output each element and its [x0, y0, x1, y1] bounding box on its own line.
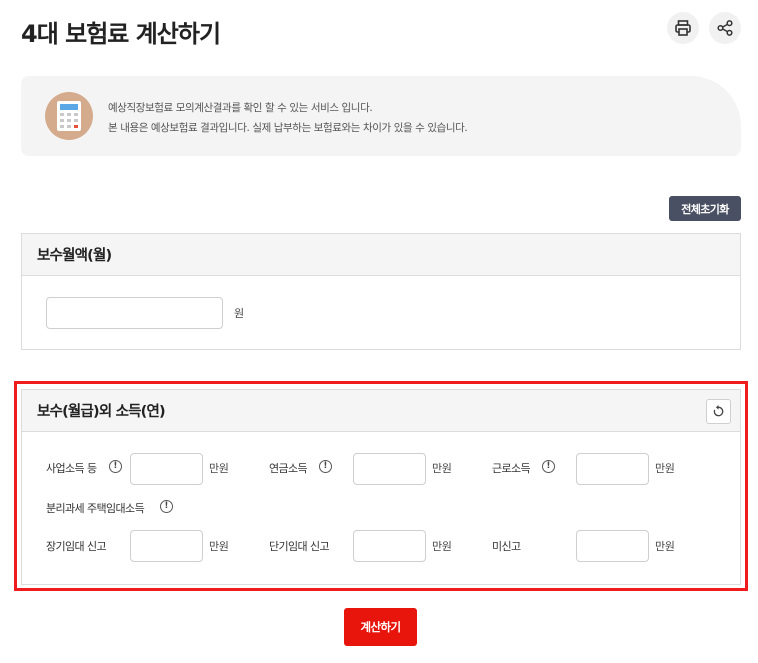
other-income-panel-title: 보수(월급)외 소득(연): [37, 404, 166, 420]
short-term-rental-unit: 만원: [432, 540, 452, 553]
print-button[interactable]: [667, 12, 699, 44]
monthly-salary-input[interactable]: [46, 297, 223, 329]
pension-income-unit: 만원: [432, 462, 452, 475]
unreported-rental-label: 미신고: [492, 540, 521, 553]
page-title: 4대 보험료 계산하기: [21, 20, 221, 48]
long-term-rental-unit: 만원: [209, 540, 229, 553]
other-income-panel: 보수(월급)외 소득(연) 사업소득 등 ! 만원 연금소득 ! 만원 근로소득…: [21, 389, 741, 585]
rental-income-label: 분리과세 주택임대소득: [46, 502, 145, 515]
long-term-rental-label: 장기임대 신고: [46, 540, 107, 553]
unreported-rental-unit: 만원: [655, 540, 675, 553]
other-income-panel-header: 보수(월급)외 소득(연): [22, 390, 740, 432]
calculator-icon: [57, 101, 81, 131]
notice-line-2: 본 내용은 예상보험료 결과입니다. 실제 납부하는 보험료와는 차이가 있을 …: [108, 122, 468, 134]
notice-line-1: 예상직장보험료 모의계산결과를 확인 할 수 있는 서비스 입니다.: [108, 102, 373, 114]
earned-income-label: 근로소득: [492, 462, 531, 475]
rental-income-info-icon[interactable]: !: [160, 500, 173, 513]
salary-unit: 원: [234, 307, 244, 320]
share-button[interactable]: [709, 12, 741, 44]
notice-box: 예상직장보험료 모의계산결과를 확인 할 수 있는 서비스 입니다. 본 내용은…: [21, 76, 741, 156]
share-icon: [717, 20, 733, 36]
calculate-button[interactable]: 계산하기: [344, 608, 417, 646]
salary-panel-title: 보수월액(월): [22, 234, 740, 276]
pension-income-input[interactable]: [353, 453, 426, 485]
business-income-info-icon[interactable]: !: [109, 460, 122, 473]
calculator-avatar: [45, 92, 93, 140]
business-income-unit: 만원: [209, 462, 229, 475]
reset-all-button[interactable]: 전체초기화: [669, 196, 741, 221]
pension-income-info-icon[interactable]: !: [319, 460, 332, 473]
business-income-label: 사업소득 등: [46, 462, 97, 475]
long-term-rental-input[interactable]: [130, 530, 203, 562]
earned-income-input[interactable]: [576, 453, 649, 485]
earned-income-unit: 만원: [655, 462, 675, 475]
printer-icon: [675, 20, 691, 36]
short-term-rental-input[interactable]: [353, 530, 426, 562]
short-term-rental-label: 단기임대 신고: [269, 540, 330, 553]
unreported-rental-input[interactable]: [576, 530, 649, 562]
salary-panel: 보수월액(월) 원: [21, 233, 741, 350]
pension-income-label: 연금소득: [269, 462, 308, 475]
business-income-input[interactable]: [130, 453, 203, 485]
notice-text: 예상직장보험료 모의계산결과를 확인 할 수 있는 서비스 입니다. 본 내용은…: [108, 98, 468, 138]
income-reset-button[interactable]: [706, 399, 731, 424]
refresh-icon: [713, 405, 724, 417]
earned-income-info-icon[interactable]: !: [542, 460, 555, 473]
